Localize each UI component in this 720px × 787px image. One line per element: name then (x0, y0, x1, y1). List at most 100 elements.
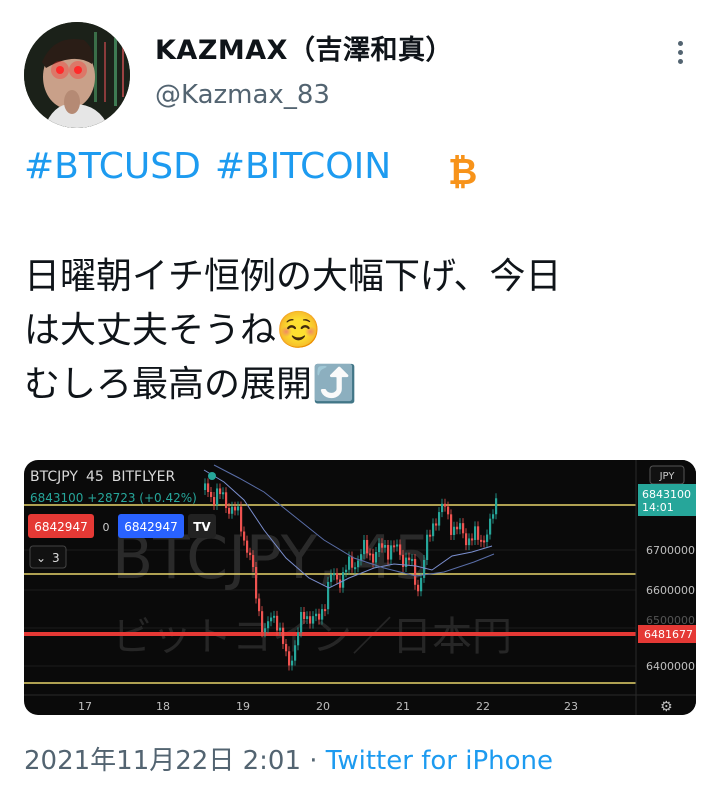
tweet-line: むしろ最高の展開⤴️ (24, 364, 357, 405)
candle (450, 514, 453, 535)
candle (279, 627, 282, 631)
svg-text:₿: ₿ (448, 152, 477, 190)
candle (261, 611, 264, 633)
x-tick-label: 20 (316, 700, 330, 713)
timestamp[interactable]: 2021年11月22日 2:01 (24, 746, 301, 776)
chart-interval: 45 (86, 469, 104, 485)
candle (456, 526, 459, 530)
candle (228, 507, 231, 514)
x-tick-label: 23 (564, 700, 578, 713)
candle (306, 616, 309, 620)
sell-button[interactable]: 6842947 (34, 520, 87, 534)
candle (291, 660, 294, 666)
candle (429, 534, 432, 537)
candle (336, 573, 339, 580)
settings-gear-icon[interactable]: ⚙ (660, 699, 673, 715)
candle (339, 579, 342, 588)
candle (375, 552, 378, 563)
avatar[interactable] (24, 22, 130, 128)
last-price-label: 6843100 (642, 488, 691, 501)
candle (210, 491, 213, 498)
x-tick-label: 19 (236, 700, 250, 713)
candle (222, 492, 225, 495)
candle (288, 651, 291, 666)
candle (408, 557, 411, 561)
candle (474, 526, 477, 540)
candle (264, 628, 267, 633)
candle (441, 503, 444, 513)
y-tick-label: 6600000 (646, 584, 695, 597)
candle (384, 545, 387, 548)
candle (303, 611, 306, 620)
more-options-icon[interactable] (670, 38, 690, 68)
candle (297, 632, 300, 646)
candle (246, 540, 249, 553)
candle (363, 539, 366, 555)
hashtag-btcusd[interactable]: #BTCUSD (24, 146, 201, 187)
candle (285, 643, 288, 652)
indicator-count[interactable]: 3 (52, 551, 60, 565)
tweet-text: 日曜朝イチ恒例の大幅下げ、今日 は大丈夫そうね☺️ むしろ最高の展開⤴️ (24, 250, 694, 412)
candle (348, 556, 351, 570)
candle (234, 506, 237, 511)
candle (312, 616, 315, 624)
candle (276, 615, 279, 631)
candle (342, 572, 345, 588)
candle (483, 540, 486, 543)
x-tick-label: 21 (396, 700, 410, 713)
candle (444, 503, 447, 507)
tweet-line: 日曜朝イチ恒例の大幅下げ、今日 (24, 256, 562, 297)
candle (366, 539, 369, 554)
candle (489, 518, 492, 535)
candle (273, 615, 276, 618)
tweet-line: は大丈夫そうね☺️ (24, 310, 321, 351)
candle (390, 545, 393, 560)
candle (255, 567, 258, 599)
candle (282, 627, 285, 644)
candle (480, 539, 483, 542)
candle (315, 613, 318, 617)
separator-dot: · (309, 746, 318, 776)
chart-symbol: BTCJPY (30, 469, 78, 485)
chevron-down-icon[interactable]: ⌄ (36, 551, 46, 565)
candle (249, 552, 252, 556)
candle (471, 538, 474, 541)
candle (345, 569, 348, 573)
source-link[interactable]: Twitter for iPhone (326, 746, 553, 776)
candle (420, 577, 423, 592)
candle (219, 488, 222, 495)
candle (378, 543, 381, 553)
tweet-footer: 2021年11月22日 2:01 · Twitter for iPhone (24, 740, 553, 777)
chart-last-info: 6843100 +28723 (+0.42%) (30, 491, 197, 505)
candle (372, 553, 375, 563)
svg-text:BTCJPY45BITFLYER: BTCJPY 45 BITFLYER (30, 469, 175, 485)
candle (399, 544, 402, 555)
hashtag-bitcoin[interactable]: #BITCOIN (215, 146, 391, 187)
candle (252, 555, 255, 568)
currency-selector[interactable]: JPY (659, 471, 676, 482)
candle (432, 523, 435, 537)
bitcoin-icon: ₿ (444, 150, 478, 194)
candle (258, 598, 261, 612)
candle (324, 609, 327, 612)
spread-value: 0 (103, 521, 110, 534)
bar-countdown: 14:01 (642, 501, 674, 514)
candle (309, 616, 312, 624)
candle (387, 545, 390, 560)
y-tick-label: 6400000 (646, 660, 695, 673)
candle (492, 514, 495, 519)
buy-button[interactable]: 6842947 (124, 520, 177, 534)
display-name[interactable]: KAZMAX（吉澤和真） (155, 28, 453, 67)
candle (393, 545, 396, 548)
candle (465, 533, 468, 546)
level-price-label: 6481677 (644, 628, 693, 641)
chart-image[interactable]: BTCJPY, 45 ビットコイン／日本円 BTCJPY 45 BITFLYER 6… (24, 460, 696, 715)
candle (333, 573, 336, 576)
candle (381, 543, 384, 548)
candle (411, 558, 414, 561)
y-tick-label: 6700000 (646, 544, 695, 557)
candle (396, 544, 399, 547)
candle (270, 617, 273, 622)
user-handle[interactable]: @Kazmax_83 (155, 80, 330, 110)
candle (330, 574, 333, 582)
